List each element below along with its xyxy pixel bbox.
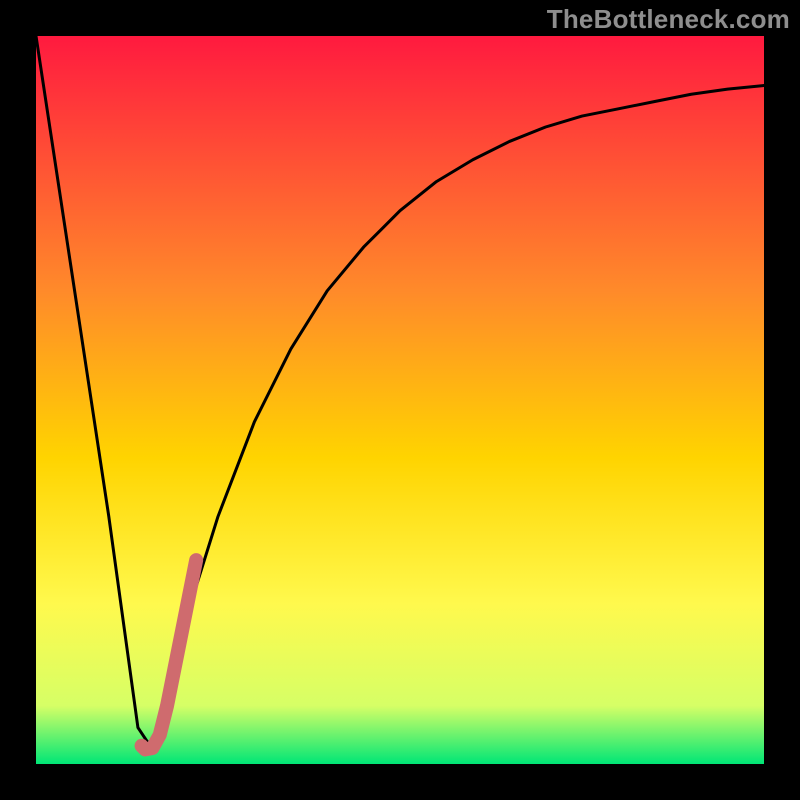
plot-gradient-background [36, 36, 764, 764]
chart-stage: TheBottleneck.com [0, 0, 800, 800]
watermark-text: TheBottleneck.com [547, 4, 790, 35]
bottleneck-chart [0, 0, 800, 800]
